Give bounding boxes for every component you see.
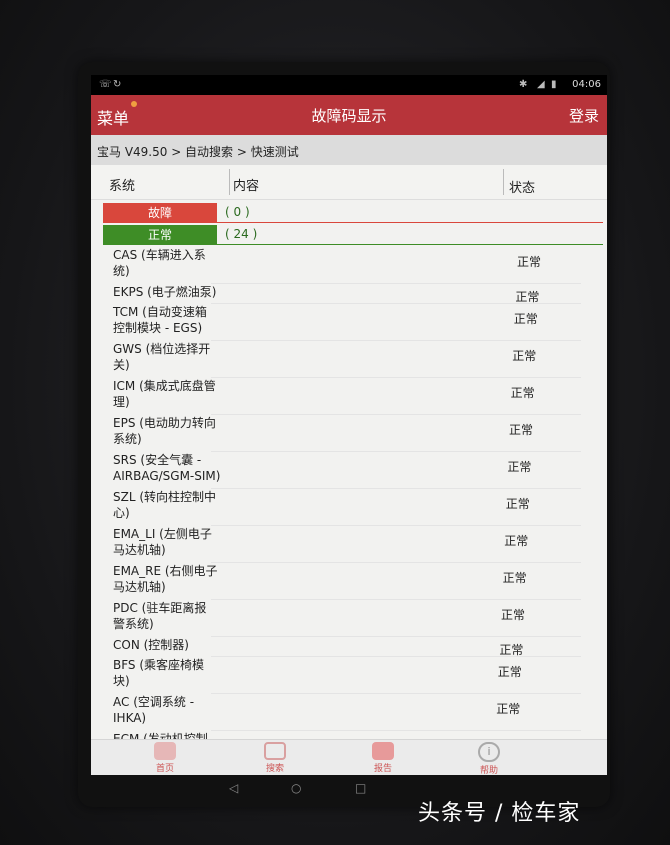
system-status: 正常 xyxy=(507,460,532,474)
car-icon xyxy=(154,742,176,760)
system-status: 正常 xyxy=(496,702,521,716)
system-row[interactable]: EMA_LI (左侧电子 马达机轴) 正常 xyxy=(91,526,607,563)
sync-icon: ↻ xyxy=(113,79,122,90)
signal-icon: ◢ xyxy=(537,79,545,90)
system-status: 正常 xyxy=(509,423,534,437)
system-row[interactable]: EPS (电动助力转向 系统) 正常 xyxy=(91,415,607,452)
system-name: CAS (车辆进入系 统) xyxy=(113,248,206,278)
system-name: GWS (档位选择开 关) xyxy=(113,342,211,372)
system-status: 正常 xyxy=(501,608,526,622)
nav-home-label: 首页 xyxy=(155,764,174,774)
bottom-nav: 首页 搜索 报告 i 帮助 xyxy=(91,739,607,775)
system-status: 正常 xyxy=(497,665,522,679)
system-name: CON (控制器) xyxy=(113,638,189,652)
system-name: TCM (自动变速箱 控制模块 - EGS) xyxy=(113,305,207,335)
column-divider xyxy=(229,169,230,195)
login-button[interactable]: 登录 xyxy=(569,105,599,126)
report-icon xyxy=(372,742,394,760)
system-name: AC (空调系统 - IHKA) xyxy=(113,695,195,725)
bluetooth-icon: ✱ xyxy=(519,79,528,90)
system-status: 正常 xyxy=(502,571,527,585)
info-icon: i xyxy=(478,742,500,762)
system-row[interactable]: ICM (集成式底盘管 理) 正常 xyxy=(91,378,607,415)
system-name: EPS (电动助力转向 系统) xyxy=(113,416,216,446)
system-row[interactable]: AC (空调系统 - IHKA) 正常 xyxy=(91,694,607,731)
breadcrumb-text: 宝马 V49.50 > 自动搜索 > 快速测试 xyxy=(97,145,299,159)
column-status: 状态 xyxy=(509,181,536,196)
column-system: 系统 xyxy=(109,179,136,194)
system-name: BFS (乘客座椅模 块) xyxy=(113,658,205,688)
fault-summary-row[interactable]: 故障 ( 0 ) xyxy=(103,203,603,223)
column-header: 系统 内容 状态 xyxy=(91,165,607,200)
nav-help-label: 帮助 xyxy=(479,766,498,775)
system-status: 正常 xyxy=(517,255,542,269)
system-status: 正常 xyxy=(504,534,529,548)
clock: 04:06 xyxy=(572,79,601,90)
normal-count: ( 24 ) xyxy=(225,227,258,241)
nav-search-button[interactable]: 搜索 xyxy=(245,742,305,774)
status-bar: ☏ ↻ ✱ ◢ ▮ 04:06 xyxy=(91,75,607,95)
system-row[interactable]: PDC (驻车距离报 警系统) 正常 xyxy=(91,600,607,637)
notification-icon: ☏ xyxy=(99,79,112,90)
column-content: 内容 xyxy=(233,179,260,194)
system-name: PDC (驻车距离报 警系统) xyxy=(113,601,207,631)
recent-apps-icon[interactable]: □ xyxy=(355,781,366,795)
breadcrumb: 宝马 V49.50 > 自动搜索 > 快速测试 xyxy=(91,135,607,165)
system-status: 正常 xyxy=(512,349,537,363)
system-row[interactable]: EKPS (电子燃油泵) 正常 xyxy=(91,284,607,304)
title-bar: 菜单 故障码显示 登录 xyxy=(91,95,607,135)
system-name: ICM (集成式底盘管 理) xyxy=(113,379,216,409)
system-status: 正常 xyxy=(513,312,538,326)
system-row[interactable]: CAS (车辆进入系 统) 正常 xyxy=(91,247,607,284)
system-name: EMA_RE (右侧电子 马达机轴) xyxy=(113,564,218,594)
system-row[interactable]: TCM (自动变速箱 控制模块 - EGS) 正常 xyxy=(91,304,607,341)
system-row[interactable]: GWS (档位选择开 关) 正常 xyxy=(91,341,607,378)
system-status: 正常 xyxy=(510,386,535,400)
nav-home-button[interactable]: 首页 xyxy=(135,742,195,774)
system-name: SZL (转向柱控制中 心) xyxy=(113,490,217,520)
system-row[interactable]: EMA_RE (右侧电子 马达机轴) 正常 xyxy=(91,563,607,600)
nav-help-button[interactable]: i 帮助 xyxy=(459,742,519,775)
fault-count: ( 0 ) xyxy=(225,205,250,219)
nav-report-button[interactable]: 报告 xyxy=(353,742,413,774)
system-name: EMA_LI (左侧电子 马达机轴) xyxy=(113,527,212,557)
back-icon[interactable]: ◁ xyxy=(229,781,238,795)
column-divider xyxy=(503,169,504,195)
system-list[interactable]: CAS (车辆进入系 统) 正常 EKPS (电子燃油泵) 正常 TCM (自动变速箱 … xyxy=(91,243,607,743)
system-row[interactable]: BFS (乘客座椅模 块) 正常 xyxy=(91,657,607,694)
tablet-screen: ☏ ↻ ✱ ◢ ▮ 04:06 菜单 故障码显示 登录 宝马 V49.50 > … xyxy=(91,75,607,775)
system-status: 正常 xyxy=(505,497,530,511)
normal-label: 正常 xyxy=(103,225,217,245)
system-row[interactable]: CON (控制器) 正常 xyxy=(91,637,607,657)
battery-icon: ▮ xyxy=(551,79,557,90)
nav-report-label: 报告 xyxy=(373,764,392,774)
system-name: EKPS (电子燃油泵) xyxy=(113,285,217,299)
normal-summary-row[interactable]: 正常 ( 24 ) xyxy=(103,225,603,245)
system-name: SRS (安全气囊 - AIRBAG/SGM-SIM) xyxy=(113,453,221,483)
system-row[interactable]: SZL (转向柱控制中 心) 正常 xyxy=(91,489,607,526)
watermark: 头条号 / 检车家 xyxy=(418,801,581,826)
page-title: 故障码显示 xyxy=(311,107,387,125)
nav-search-label: 搜索 xyxy=(265,764,284,774)
fault-label: 故障 xyxy=(103,203,217,223)
system-row[interactable]: SRS (安全气囊 - AIRBAG/SGM-SIM) 正常 xyxy=(91,452,607,489)
search-icon xyxy=(264,742,286,760)
home-circle-icon[interactable]: ○ xyxy=(291,781,301,795)
fault-underline xyxy=(217,222,603,223)
